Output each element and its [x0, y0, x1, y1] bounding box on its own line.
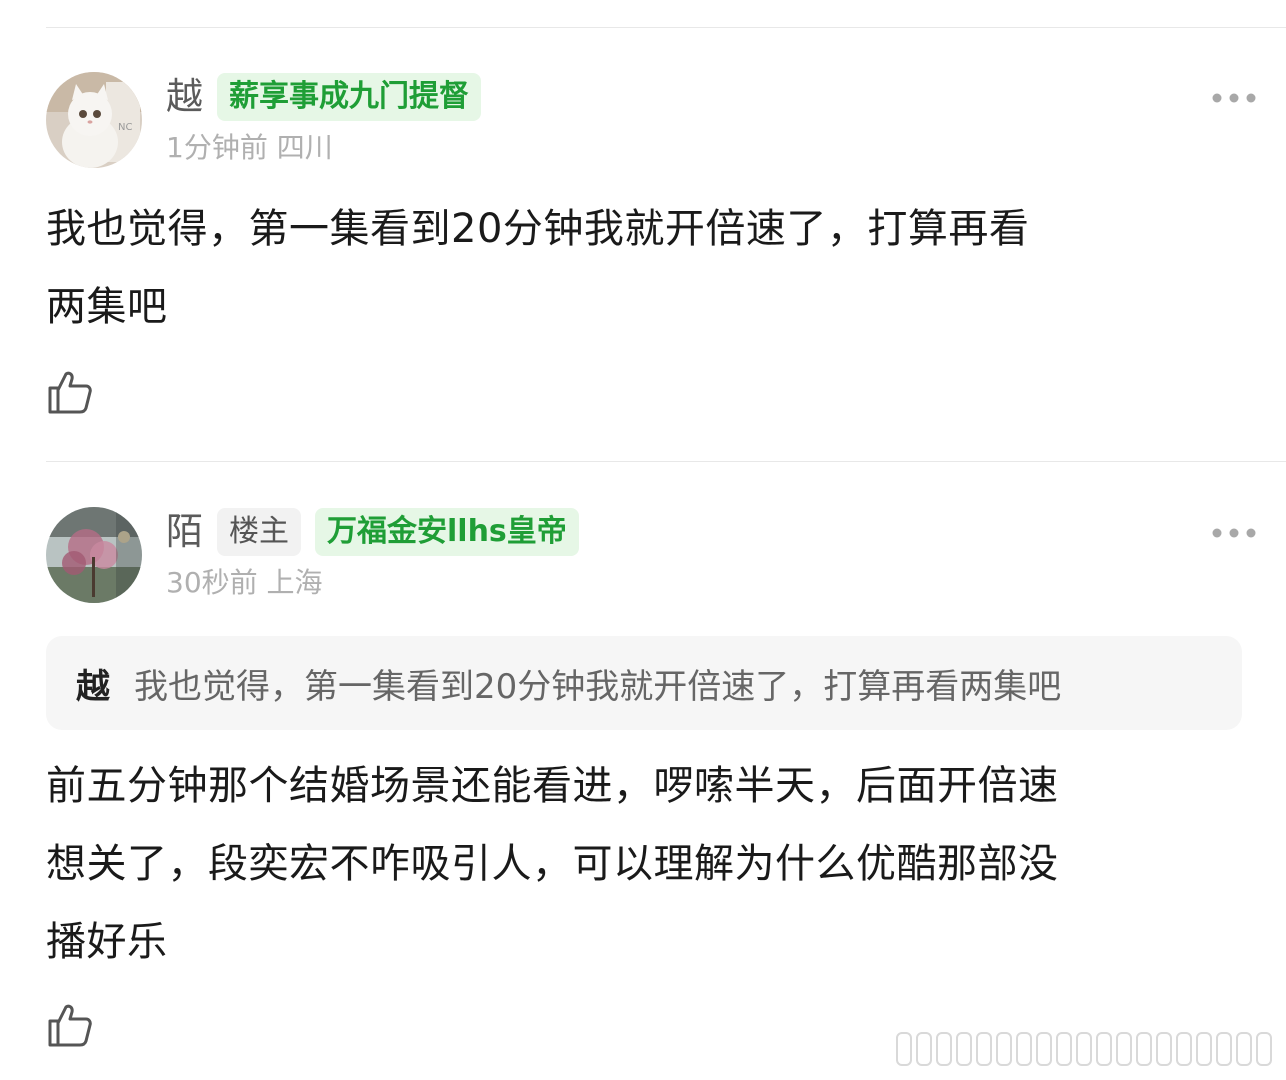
name-row: 陌 楼主 万福金安llhs皇帝 — [166, 507, 579, 557]
username[interactable]: 陌 — [166, 507, 203, 557]
comment-line: 我也觉得，第一集看到20分钟我就开倍速了，打算再看 — [46, 206, 1030, 252]
quote-author[interactable]: 越 — [76, 659, 110, 708]
comment-item: 陌 楼主 万福金安llhs皇帝 30秒前 上海 越 我也觉得，第一集看到20分钟… — [46, 507, 1256, 1067]
comment-body: 前五分钟那个结婚场景还能看进，啰嗦半天，后面开倍速 想关了，段奕宏不咋吸引人，可… — [46, 747, 1242, 981]
more-options-button[interactable] — [1198, 521, 1270, 545]
top-divider — [46, 27, 1286, 28]
comment-item: NC 越 薪享事成九门提督 1分钟前 四川 我也觉得，第一集看到20分钟我就开倍… — [46, 72, 1256, 432]
username[interactable]: 越 — [166, 72, 203, 122]
more-dots-icon — [1212, 93, 1256, 103]
fan-badge[interactable]: 万福金安llhs皇帝 — [315, 508, 579, 556]
comment-line: 前五分钟那个结婚场景还能看进，啰嗦半天，后面开倍速 — [46, 763, 1059, 809]
quote-text: 我也觉得，第一集看到20分钟我就开倍速了，打算再看两集吧 — [134, 666, 1062, 707]
like-button[interactable] — [46, 368, 96, 418]
comment-meta: 30秒前 上海 — [166, 566, 323, 599]
watermark — [896, 1032, 1272, 1066]
thumbs-up-icon — [48, 371, 92, 414]
more-options-button[interactable] — [1198, 86, 1270, 110]
avatar[interactable]: NC — [46, 72, 142, 168]
comment-line: 播好乐 — [46, 919, 168, 965]
comment-body: 我也觉得，第一集看到20分钟我就开倍速了，打算再看 两集吧 — [46, 190, 1242, 346]
quoted-reply[interactable]: 越 我也觉得，第一集看到20分钟我就开倍速了，打算再看两集吧 — [46, 636, 1242, 730]
more-dots-icon — [1212, 528, 1256, 538]
flower-tree-avatar-icon — [46, 507, 142, 603]
op-badge: 楼主 — [217, 508, 301, 556]
comment-line: 想关了，段奕宏不咋吸引人，可以理解为什么优酷那部没 — [46, 841, 1059, 887]
avatar[interactable] — [46, 507, 142, 603]
white-cat-avatar-icon: NC — [46, 72, 142, 168]
comment-meta: 1分钟前 四川 — [166, 131, 333, 164]
comment-divider — [46, 461, 1286, 462]
name-row: 越 薪享事成九门提督 — [166, 72, 481, 122]
like-button[interactable] — [46, 1001, 96, 1051]
fan-badge[interactable]: 薪享事成九门提督 — [217, 73, 481, 121]
svg-text:NC: NC — [118, 122, 132, 133]
thumbs-up-icon — [48, 1004, 92, 1047]
comment-line: 两集吧 — [46, 284, 168, 330]
